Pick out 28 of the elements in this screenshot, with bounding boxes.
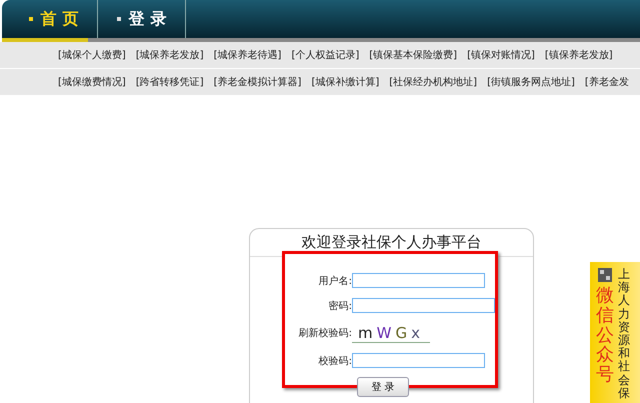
nav-link[interactable]: [城保补缴计算]	[311, 75, 380, 89]
field-label: 刷新校验码:	[298, 326, 352, 340]
nav-link[interactable]: [社保经办机构地址]	[389, 75, 478, 89]
field-label: 密码:	[328, 300, 352, 312]
field-label: 校验码:	[318, 354, 352, 368]
nav-link[interactable]: [养老金发	[584, 75, 629, 89]
input-field[interactable]	[352, 298, 495, 313]
input-field[interactable]	[352, 353, 485, 368]
banner-title: 微信公众号	[596, 286, 614, 385]
nav-link[interactable]: [镇保基本保险缴费]	[369, 48, 458, 62]
nav-link[interactable]: [养老金模拟计算器]	[214, 75, 302, 89]
field-label: 用户名:	[318, 274, 352, 288]
bullet-icon	[28, 17, 33, 21]
nav-link[interactable]: [跨省转移凭证]	[136, 75, 204, 89]
captcha-image[interactable]: m W G x	[352, 324, 430, 342]
qr-code-icon	[598, 268, 612, 282]
nav-link[interactable]: [城保养老待遇]	[214, 48, 282, 62]
nav-link[interactable]: [个人权益记录]	[291, 48, 360, 62]
nav-link[interactable]: [城保个人缴费]	[58, 48, 126, 62]
nav-link[interactable]: [街镇服务网点地址]	[487, 75, 575, 89]
nav-link[interactable]: [镇保养老发放]	[544, 48, 613, 62]
nav-link[interactable]: [城保缴费情况]	[58, 75, 126, 89]
nav-link[interactable]: [城保养老发放]	[136, 48, 204, 62]
bullet-icon	[116, 17, 121, 21]
login-button[interactable]: 登 录	[357, 377, 409, 397]
input-field[interactable]	[352, 273, 485, 288]
nav-link[interactable]: [镇保对账情况]	[467, 48, 535, 62]
banner-subtitle: 上海人力资源和社会保	[618, 268, 630, 402]
